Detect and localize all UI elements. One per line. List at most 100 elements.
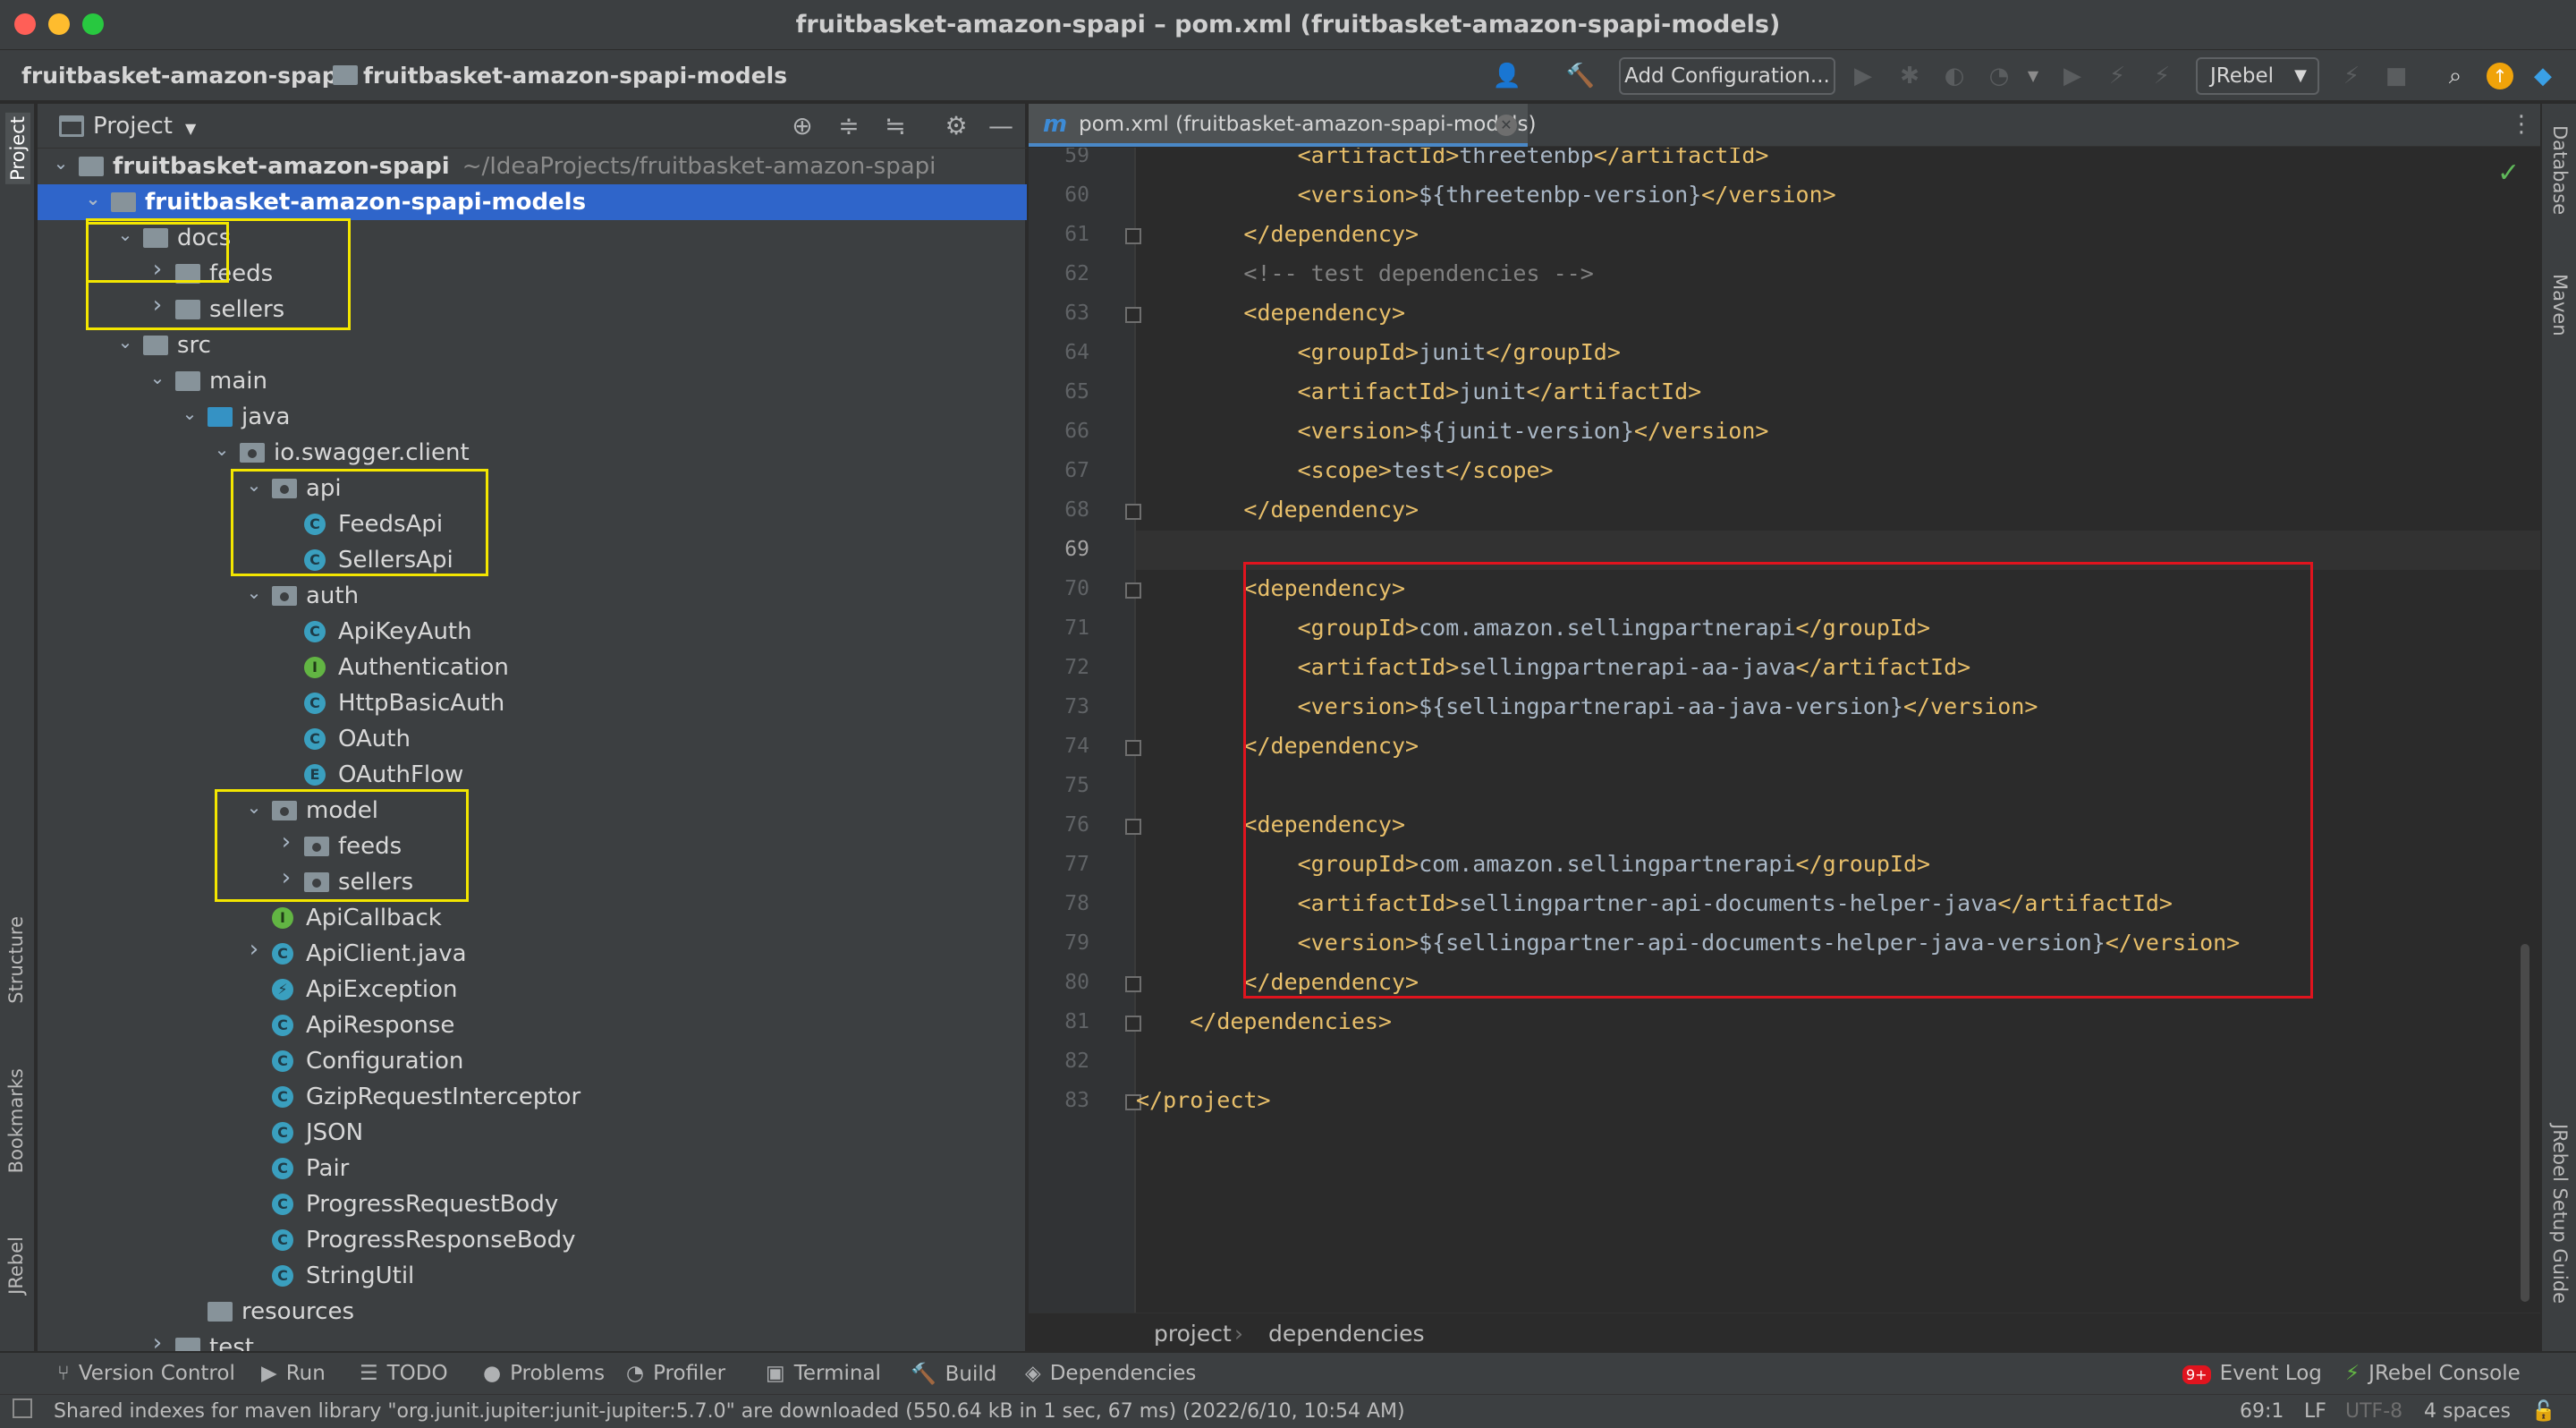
indent-setting[interactable]: 4 spaces [2424,1400,2511,1423]
tool-tab-structure[interactable]: Structure [5,916,27,1004]
caret-position[interactable]: 69:1 [2240,1400,2284,1423]
nav-crumb-module[interactable]: fruitbasket-amazon-spapi-models [324,63,787,89]
tree-item[interactable]: ⌄ src [38,327,1027,363]
breadcrumb-project[interactable]: project [1154,1321,1232,1347]
add-configuration-button[interactable]: Add Configuration... [1619,57,1835,95]
status-message[interactable]: Shared indexes for maven library "org.ju… [54,1400,1405,1423]
gear-icon[interactable]: ⚙ [941,111,971,141]
lock-icon[interactable]: 🔓 [2531,1400,2555,1423]
tool-version-control[interactable]: ⑂ Version Control [57,1362,235,1385]
code-line[interactable]: <groupId>junit</groupId> [1136,339,1621,365]
tab-menu-icon[interactable]: ⋮ [2510,111,2533,138]
chevron-down-icon[interactable]: ⌄ [147,367,168,388]
tree-item[interactable]: C HttpBasicAuth [38,685,1027,721]
tree-item[interactable]: I ApiCallback [38,900,1027,936]
tree-item[interactable]: C ApiResponse [38,1007,1027,1043]
chevron-down-icon[interactable]: ⌄ [179,403,200,424]
chevron-down-icon[interactable]: ⌄ [211,438,233,460]
close-icon[interactable]: ✕ [1496,115,1517,136]
jrebel-run-icon[interactable]: ▶ [2057,61,2088,91]
tree-item[interactable]: resources [38,1294,1027,1330]
tree-item[interactable]: ⌄ fruitbasket-amazon-spapi ~/IdeaProjects/… [38,149,1027,184]
tool-tab-bookmarks[interactable]: Bookmarks [5,1068,27,1173]
nav-crumb-project[interactable]: fruitbasket-amazon-spapi [21,63,345,89]
code-line[interactable]: <!-- test dependencies --> [1136,260,1593,286]
file-encoding[interactable]: UTF-8 [2345,1400,2402,1423]
tool-event-log[interactable]: 9+ Event Log [2182,1362,2322,1385]
chevron-down-icon[interactable]: ⌄ [243,582,265,603]
tree-item[interactable]: C ApiKeyAuth [38,614,1027,650]
tool-terminal[interactable]: ▣ Terminal [766,1362,881,1385]
tree-item[interactable]: ⌄ main [38,363,1027,399]
tree-item[interactable]: E OAuthFlow [38,757,1027,793]
code-with-me-icon[interactable]: ◆ [2528,61,2558,91]
tool-tab-project[interactable]: Project [5,113,30,184]
tool-tab-jrebel[interactable]: JRebel [5,1237,27,1295]
code-line[interactable]: <artifactId>threetenbp</artifactId> [1136,148,1769,168]
tree-item[interactable]: C FeedsApi [38,506,1027,542]
tool-tab-database[interactable]: Database [2549,125,2571,215]
more-run-chevron-icon[interactable]: ▼ [2018,61,2048,91]
jrebel-deploy-icon[interactable]: ⚡ [2147,61,2177,91]
expand-all-icon[interactable]: ≑ [834,111,864,141]
tool-run[interactable]: ▶ Run [261,1362,326,1385]
code-line[interactable]: </dependency> [1136,221,1419,247]
build-hammer-icon[interactable]: 🔨 [1565,61,1596,91]
collapse-all-icon[interactable]: ≒ [880,111,911,141]
project-view-selector[interactable]: Project ▼ [93,113,196,140]
tool-profiler[interactable]: ◔ Profiler [626,1362,725,1385]
tree-item[interactable]: C GzipRequestInterceptor [38,1079,1027,1115]
chevron-down-icon[interactable]: ⌄ [50,152,72,174]
update-icon[interactable]: ↑ [2487,63,2513,89]
tree-item[interactable]: C ProgressResponseBody [38,1222,1027,1258]
coverage-icon[interactable]: ◐ [1939,61,1970,91]
tree-item[interactable]: C ProgressRequestBody [38,1186,1027,1222]
code-line[interactable]: <scope>test</scope> [1136,457,1554,483]
tree-item[interactable]: C OAuth [38,721,1027,757]
tree-item[interactable]: C StringUtil [38,1258,1027,1294]
code-line[interactable]: </dependency> [1136,497,1419,523]
tree-item[interactable]: › feeds [38,829,1027,864]
tool-dependencies[interactable]: ◈ Dependencies [1025,1362,1196,1385]
tree-item[interactable]: ⌄ api [38,471,1027,506]
search-icon[interactable]: ⌕ [2440,61,2470,91]
editor-scrollbar[interactable] [2521,944,2529,1302]
tree-item[interactable]: ⌄ model [38,793,1027,829]
stop-icon[interactable]: ■ [2381,61,2411,91]
locate-file-icon[interactable]: ⊕ [787,111,818,141]
code-line[interactable]: </project> [1136,1087,1271,1113]
jrebel-debug-icon[interactable]: ⚡ [2102,61,2132,91]
tool-todo[interactable]: ☰ TODO [360,1362,448,1385]
user-icon[interactable]: 👤 [1492,61,1522,91]
tree-item[interactable]: ⌄ java [38,399,1027,435]
tree-item[interactable]: › C ApiClient.java [38,936,1027,972]
tool-jrebel-console[interactable]: ⚡ JRebel Console [2345,1362,2521,1385]
breadcrumb-dependencies[interactable]: dependencies [1268,1321,1425,1347]
profile-icon[interactable]: ◔ [1984,61,2014,91]
tree-item[interactable]: ⌄ fruitbasket-amazon-spapi-models [38,184,1027,220]
chevron-down-icon[interactable]: ⌄ [114,331,136,353]
code-line[interactable]: <version>${threetenbp-version}</version> [1136,182,1836,208]
jrebel-update-icon[interactable]: ⚡ [2336,61,2367,91]
chevron-right-icon[interactable]: › [243,936,265,963]
tree-item[interactable]: ⚡ ApiException [38,972,1027,1007]
tool-tab-maven[interactable]: Maven [2549,274,2571,336]
code-line[interactable]: <dependency> [1136,300,1405,326]
run-icon[interactable]: ▶ [1848,61,1878,91]
inspection-ok-icon[interactable]: ✓ [2497,157,2520,189]
hide-panel-icon[interactable]: — [986,111,1016,141]
tool-build[interactable]: 🔨 Build [911,1362,996,1386]
debug-icon[interactable]: ✱ [1894,61,1925,91]
tool-tab-jrebel-setup-guide[interactable]: JRebel Setup Guide [2549,1124,2571,1304]
run-config-select[interactable]: JRebel ▼ [2196,57,2319,95]
code-line[interactable]: <artifactId>junit</artifactId> [1136,378,1702,404]
tree-item[interactable]: › sellers [38,864,1027,900]
tree-item[interactable]: ⌄ io.swagger.client [38,435,1027,471]
tool-problems[interactable]: ● Problems [483,1362,605,1385]
tree-item[interactable]: I Authentication [38,650,1027,685]
tree-item[interactable]: ⌄ auth [38,578,1027,614]
tree-item[interactable]: C Configuration [38,1043,1027,1079]
tree-item[interactable]: C JSON [38,1115,1027,1151]
code-line[interactable]: <version>${junit-version}</version> [1136,418,1769,444]
chevron-down-icon[interactable]: ⌄ [82,188,104,209]
